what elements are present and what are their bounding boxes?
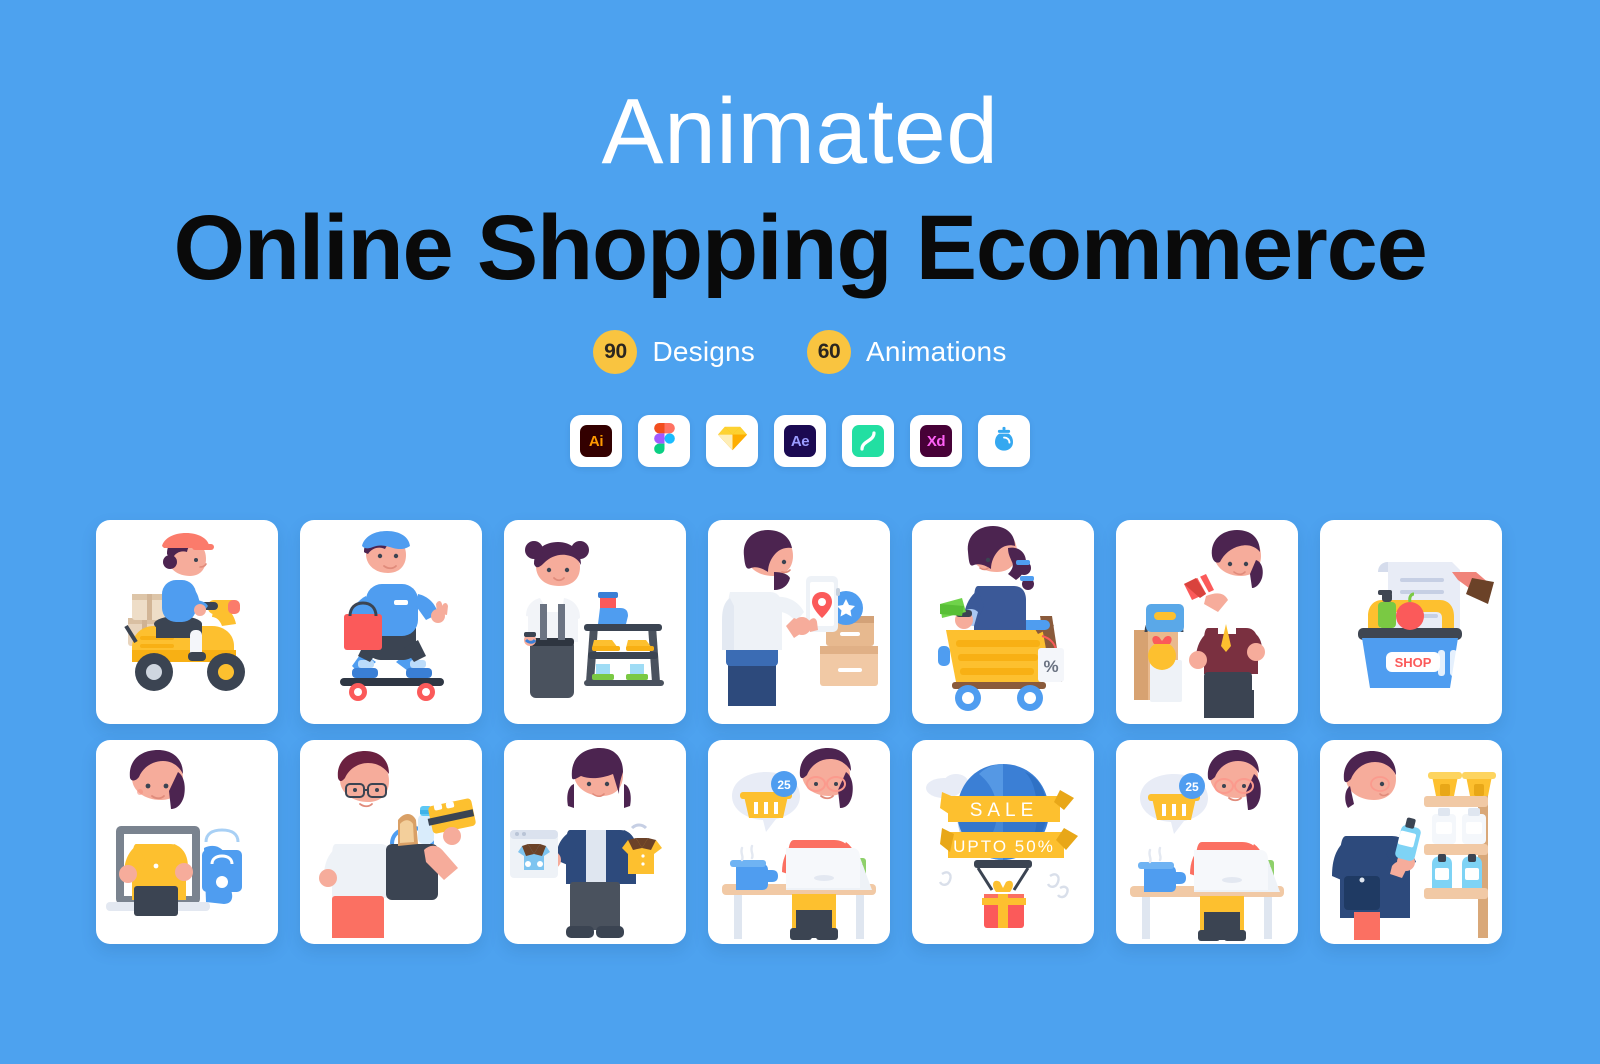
tool-tile-after-effects[interactable]: Ae [774,415,826,467]
illustration-card-compare-clothes[interactable] [504,740,686,944]
principle-icon [852,425,884,457]
illustration-card-sale-hot-air-balloon[interactable]: SALE UPTO 50% [912,740,1094,944]
page-title: Online Shopping Ecommerce [173,197,1427,299]
illustration-card-cart-discount-ride[interactable]: % [912,520,1094,724]
designs-count-badge: 90 [593,330,638,374]
illustration-card-handbag-gift-shopper[interactable] [1116,520,1298,724]
illustration-card-desk-cart-notification-2[interactable]: 25 [1116,740,1298,944]
lottie-icon [989,424,1019,459]
adobe-after-effects-icon: Ae [784,425,816,457]
illustration-card-shoe-shop-rack[interactable] [504,520,686,724]
tool-tile-adobe-xd[interactable]: Xd [910,415,962,467]
counts-row: 90 Designs 60 Animations [0,330,1600,374]
figma-icon [653,423,675,459]
svg-text:%: % [1043,657,1058,676]
illustration-card-delivery-scooter[interactable] [96,520,278,724]
illustration-card-laptop-online-shopper[interactable] [96,740,278,944]
balloon-sale-text: SALE [970,800,1039,821]
adobe-illustrator-icon: Ai [580,425,612,457]
tool-tile-illustrator[interactable]: Ai [570,415,622,467]
balloon-offer-text: UPTO 50% [953,837,1055,856]
adobe-xd-icon: Xd [920,425,952,457]
basket-shop-text: SHOP [1395,655,1432,670]
illustration-card-desk-cart-notification[interactable]: 25 [708,740,890,944]
cart-badge-count: 25 [1185,780,1199,794]
illustration-card-store-shelf-browsing[interactable] [1320,740,1502,944]
designs-count-label: Designs [652,336,756,367]
tool-tile-figma[interactable] [638,415,690,467]
count-item-animations: 60 Animations [807,330,1007,374]
illustration-grid: % SHOP 25 SALE UPTO 50% 25 [96,520,1504,944]
illustration-card-skateboard-delivery[interactable] [300,520,482,724]
illustration-card-order-tracking-phone[interactable] [708,520,890,724]
tool-icons-row: Ai Ae Xd [0,415,1600,467]
animations-count-label: Animations [866,336,1007,367]
illustration-card-shopping-basket-receipt[interactable]: SHOP [1320,520,1502,724]
sketch-icon [717,425,748,457]
tool-tile-principle[interactable] [842,415,894,467]
cart-badge-count: 25 [777,778,791,792]
tool-tile-sketch[interactable] [706,415,758,467]
tool-tile-lottie[interactable] [978,415,1030,467]
animations-count-badge: 60 [807,330,852,374]
poster-canvas: Animated Online Shopping Ecommerce 90 De… [0,0,1600,1064]
eyebrow-title: Animated [601,79,999,183]
illustration-card-groceries-card-payment[interactable] [300,740,482,944]
count-item-designs: 90 Designs [593,330,755,374]
